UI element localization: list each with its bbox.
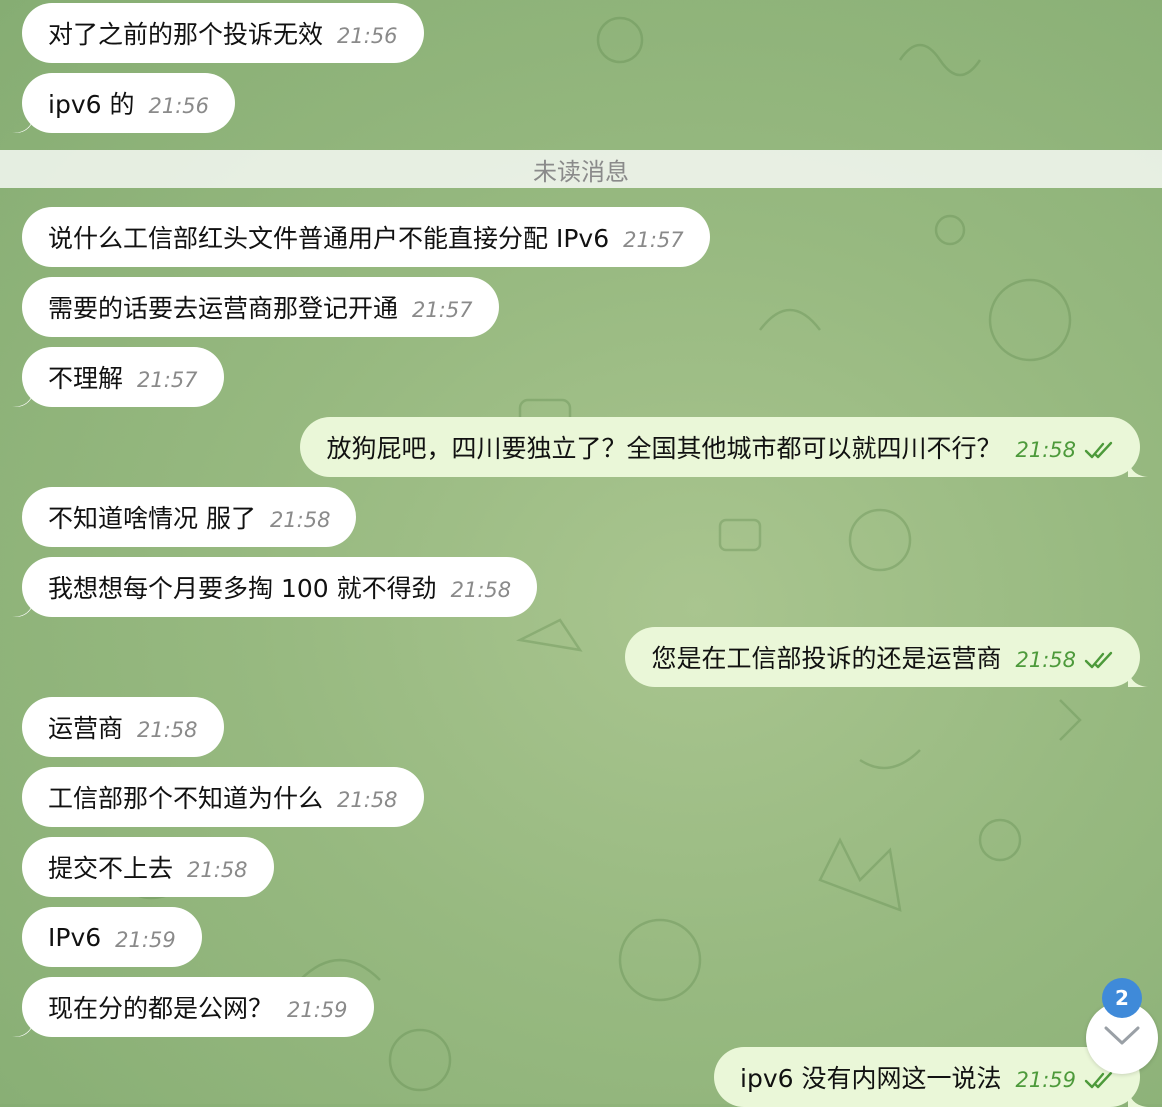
incoming-message-bubble[interactable]: 对了之前的那个投诉无效 21:56 [22, 3, 424, 63]
message-time: 21:59 [115, 928, 176, 952]
message-text: 工信部那个不知道为什么 [48, 784, 324, 813]
message-row: 您是在工信部投诉的还是运营商 21:58 [0, 627, 1162, 687]
message-time: 21:57 [137, 368, 198, 392]
message-row: 不知道啥情况 服了 21:58 [0, 487, 1162, 547]
incoming-message-bubble[interactable]: 提交不上去 21:58 [22, 837, 274, 897]
message-text: 对了之前的那个投诉无效 [48, 20, 324, 49]
incoming-message-bubble[interactable]: 现在分的都是公网？ 21:59 [22, 977, 374, 1037]
message-row: ipv6 的 21:56 [0, 73, 1162, 133]
message-text: ipv6 的 [48, 90, 135, 119]
message-text: 现在分的都是公网？ [48, 994, 274, 1023]
incoming-message-bubble[interactable]: 运营商 21:58 [22, 697, 224, 757]
message-time: 21:56 [337, 24, 398, 48]
message-time: 21:58 [137, 718, 198, 742]
message-row: 提交不上去 21:58 [0, 837, 1162, 897]
incoming-message-bubble[interactable]: ipv6 的 21:56 [22, 73, 235, 133]
outgoing-message-bubble[interactable]: 您是在工信部投诉的还是运营商 21:58 [625, 627, 1140, 687]
message-time: 21:58 [187, 858, 248, 882]
incoming-message-bubble[interactable]: 说什么工信部红头文件普通用户不能直接分配 IPv6 21:57 [22, 207, 710, 267]
unread-messages-divider: 未读消息 [0, 150, 1162, 188]
message-text: 提交不上去 [48, 854, 174, 883]
message-row: 对了之前的那个投诉无效 21:56 [0, 3, 1162, 63]
message-row: 说什么工信部红头文件普通用户不能直接分配 IPv6 21:57 [0, 207, 1162, 267]
message-text: ipv6 没有内网这一说法 [740, 1064, 1002, 1093]
message-text: 说什么工信部红头文件普通用户不能直接分配 IPv6 [48, 224, 610, 253]
message-time: 21:59 [1015, 1068, 1076, 1092]
message-row: 现在分的都是公网？ 21:59 [0, 977, 1162, 1037]
message-row: 我想想每个月要多掏 100 就不得劲 21:58 [0, 557, 1162, 617]
message-row: 工信部那个不知道为什么 21:58 [0, 767, 1162, 827]
unread-count-badge: 2 [1102, 978, 1142, 1018]
message-row: ipv6 没有内网这一说法 21:59 [0, 1047, 1162, 1107]
outgoing-message-bubble[interactable]: 放狗屁吧，四川要独立了？全国其他城市都可以就四川不行？ 21:58 [300, 417, 1140, 477]
incoming-message-bubble[interactable]: 我想想每个月要多掏 100 就不得劲 21:58 [22, 557, 538, 617]
incoming-message-bubble[interactable]: 不知道啥情况 服了 21:58 [22, 487, 357, 547]
message-row: IPv6 21:59 [0, 907, 1162, 967]
double-check-read-icon [1084, 1070, 1114, 1090]
double-check-read-icon [1084, 440, 1114, 460]
message-time: 21:58 [1015, 648, 1076, 672]
message-row: 运营商 21:58 [0, 697, 1162, 757]
incoming-message-bubble[interactable]: 需要的话要去运营商那登记开通 21:57 [22, 277, 499, 337]
message-text: 运营商 [48, 714, 124, 743]
message-text: 不知道啥情况 服了 [48, 504, 256, 533]
message-row: 放狗屁吧，四川要独立了？全国其他城市都可以就四川不行？ 21:58 [0, 417, 1162, 477]
message-text: 我想想每个月要多掏 100 就不得劲 [48, 574, 437, 603]
message-text: 放狗屁吧，四川要独立了？全国其他城市都可以就四川不行？ [326, 434, 1002, 463]
message-time: 21:58 [1015, 438, 1076, 462]
message-text: 您是在工信部投诉的还是运营商 [651, 644, 1002, 673]
incoming-message-bubble[interactable]: 不理解 21:57 [22, 347, 224, 407]
message-time: 21:57 [623, 228, 684, 252]
message-time: 21:58 [269, 508, 331, 532]
message-time: 21:56 [148, 94, 209, 118]
message-time: 21:58 [337, 788, 398, 812]
double-check-read-icon [1084, 650, 1114, 670]
message-text: 需要的话要去运营商那登记开通 [48, 294, 399, 323]
message-time: 21:57 [412, 298, 473, 322]
outgoing-message-bubble[interactable]: ipv6 没有内网这一说法 21:59 [714, 1047, 1140, 1107]
message-text: IPv6 [48, 922, 102, 952]
message-time: 21:58 [450, 578, 512, 602]
incoming-message-bubble[interactable]: IPv6 21:59 [22, 907, 202, 967]
message-row: 不理解 21:57 [0, 347, 1162, 407]
message-row: 需要的话要去运营商那登记开通 21:57 [0, 277, 1162, 337]
message-text: 不理解 [48, 364, 124, 393]
unread-divider-label: 未读消息 [533, 157, 629, 186]
unread-count: 2 [1115, 986, 1129, 1010]
incoming-message-bubble[interactable]: 工信部那个不知道为什么 21:58 [22, 767, 424, 827]
message-time: 21:59 [287, 998, 348, 1022]
chevron-down-icon [1104, 1026, 1140, 1050]
